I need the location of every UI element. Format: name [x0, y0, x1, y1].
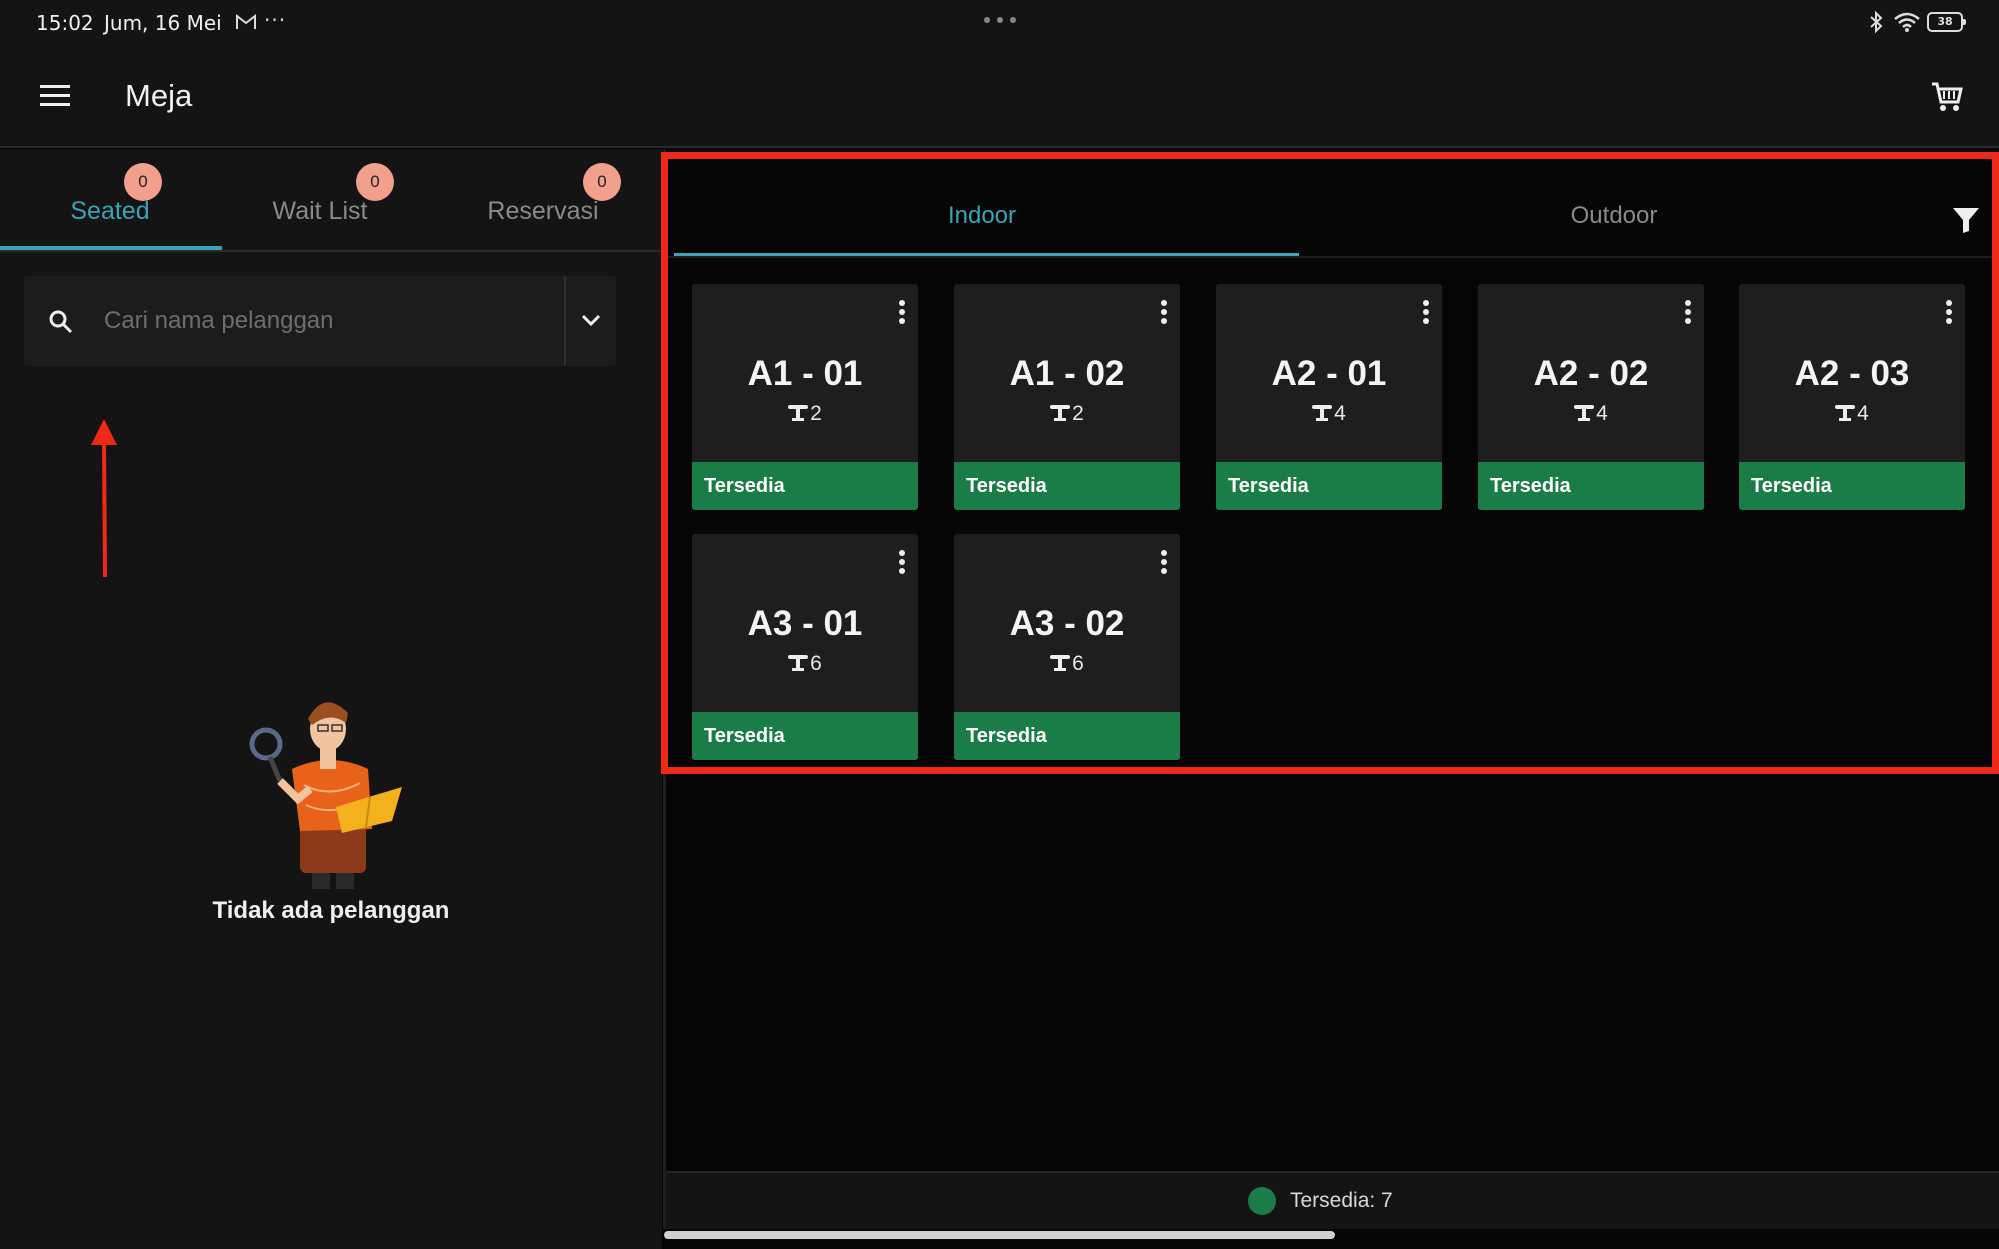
- table-status: Tersedia: [1739, 462, 1965, 510]
- window-dots-icon[interactable]: [982, 14, 1018, 26]
- bluetooth-icon: [1870, 10, 1883, 34]
- seat-count: 4: [1334, 402, 1346, 425]
- app-bar: Meja: [0, 46, 1999, 148]
- tab-reservasi-label: Reservasi: [487, 197, 599, 225]
- seat-icon: [788, 405, 809, 421]
- table-card[interactable]: A3 - 02 6 Tersedia: [954, 534, 1180, 760]
- table-seats: 2: [692, 402, 918, 426]
- hamburger-menu-icon[interactable]: [40, 84, 72, 108]
- table-name: A1 - 02: [1009, 354, 1125, 393]
- tab-outdoor-label: Outdoor: [1570, 202, 1658, 229]
- filter-icon[interactable]: [1951, 205, 1981, 235]
- table-seats: 4: [1216, 402, 1442, 426]
- table-panel: Indoor Outdoor A1 - 01 2 Tersedia A1 - 0…: [666, 149, 1999, 1249]
- seat-icon: [1312, 405, 1333, 421]
- customer-tabs: 0 Seated 0 Wait List 0 Reservasi: [0, 149, 662, 252]
- table-card[interactable]: A1 - 02 2 Tersedia: [954, 284, 1180, 510]
- table-name: A2 - 01: [1271, 354, 1387, 393]
- reservasi-count-badge: 0: [583, 163, 621, 201]
- seat-icon: [1050, 405, 1071, 421]
- search-icon: [49, 310, 73, 334]
- tab-wait-list[interactable]: 0 Wait List: [210, 149, 430, 250]
- wifi-icon: [1894, 12, 1920, 32]
- cart-icon[interactable]: [1930, 80, 1964, 114]
- seat-count: 6: [810, 652, 822, 675]
- more-vertical-icon[interactable]: [1943, 298, 1955, 328]
- annotation-arrow: [91, 419, 117, 578]
- seat-count: 6: [1072, 652, 1084, 675]
- tab-indoor-label: Indoor: [947, 202, 1017, 229]
- seat-count: 2: [1072, 402, 1084, 425]
- more-vertical-icon[interactable]: [1682, 298, 1694, 328]
- table-seats: 2: [954, 402, 1180, 426]
- table-seats: 4: [1739, 402, 1965, 426]
- tab-outdoor[interactable]: Outdoor: [1298, 155, 1930, 256]
- table-card[interactable]: A2 - 02 4 Tersedia: [1478, 284, 1704, 510]
- status-bar: 15:02 Jum, 16 Mei ··· 38: [0, 0, 1999, 46]
- more-vertical-icon[interactable]: [896, 298, 908, 328]
- table-name: A3 - 02: [1009, 604, 1125, 643]
- status-more-icon: ···: [264, 8, 287, 32]
- battery-icon: 38: [1927, 12, 1966, 32]
- seat-icon: [1050, 655, 1071, 671]
- available-legend-dot: [1248, 1187, 1276, 1215]
- more-vertical-icon[interactable]: [1420, 298, 1432, 328]
- table-seats: 6: [954, 652, 1180, 676]
- seat-count: 2: [810, 402, 822, 425]
- status-legend-bar: Tersedia: 7: [666, 1171, 1999, 1229]
- gmail-icon: [236, 13, 256, 29]
- table-status: Tersedia: [1216, 462, 1442, 510]
- table-name: A1 - 01: [747, 354, 863, 393]
- table-status: Tersedia: [692, 712, 918, 760]
- seated-count-badge: 0: [124, 163, 162, 201]
- seat-count: 4: [1857, 402, 1869, 425]
- seat-count: 4: [1596, 402, 1608, 425]
- customer-panel: 0 Seated 0 Wait List 0 Reservasi Cari na…: [0, 149, 662, 1249]
- more-vertical-icon[interactable]: [1158, 298, 1170, 328]
- active-area-indicator: [674, 253, 1299, 256]
- table-seats: 4: [1478, 402, 1704, 426]
- customer-search: [24, 276, 616, 366]
- empty-state-message: Tidak ada pelanggan: [212, 897, 450, 924]
- status-date: Jum, 16 Mei: [104, 11, 222, 35]
- tab-seated[interactable]: 0 Seated: [0, 149, 222, 250]
- table-status: Tersedia: [954, 462, 1180, 510]
- empty-state-illustration: [249, 702, 402, 889]
- tab-indoor[interactable]: Indoor: [666, 155, 1299, 256]
- tab-wait-list-label: Wait List: [272, 197, 368, 225]
- page-title: Meja: [125, 78, 193, 113]
- table-seats: 6: [692, 652, 918, 676]
- table-card[interactable]: A2 - 01 4 Tersedia: [1216, 284, 1442, 510]
- more-vertical-icon[interactable]: [896, 548, 908, 578]
- tab-seated-label: Seated: [70, 197, 150, 225]
- status-time: 15:02: [36, 11, 94, 35]
- table-status: Tersedia: [692, 462, 918, 510]
- search-input[interactable]: [104, 276, 574, 366]
- seat-icon: [1574, 405, 1595, 421]
- search-divider: [564, 276, 566, 366]
- seat-icon: [788, 655, 809, 671]
- seat-icon: [1835, 405, 1856, 421]
- table-name: A3 - 01: [747, 604, 863, 643]
- table-name: A2 - 03: [1794, 354, 1910, 393]
- table-status: Tersedia: [1478, 462, 1704, 510]
- table-card[interactable]: A3 - 01 6 Tersedia: [692, 534, 918, 760]
- wait-list-count-badge: 0: [356, 163, 394, 201]
- active-tab-indicator: [0, 246, 222, 250]
- table-card[interactable]: A2 - 03 4 Tersedia: [1739, 284, 1965, 510]
- area-tabs: Indoor Outdoor: [666, 155, 1999, 258]
- tab-reservasi[interactable]: 0 Reservasi: [433, 149, 653, 250]
- available-legend-text: Tersedia: 7: [1290, 1189, 1393, 1212]
- home-indicator[interactable]: [664, 1231, 1335, 1239]
- more-vertical-icon[interactable]: [1158, 548, 1170, 578]
- table-status: Tersedia: [954, 712, 1180, 760]
- table-name: A2 - 02: [1533, 354, 1649, 393]
- table-card[interactable]: A1 - 01 2 Tersedia: [692, 284, 918, 510]
- chevron-down-icon[interactable]: [579, 308, 603, 332]
